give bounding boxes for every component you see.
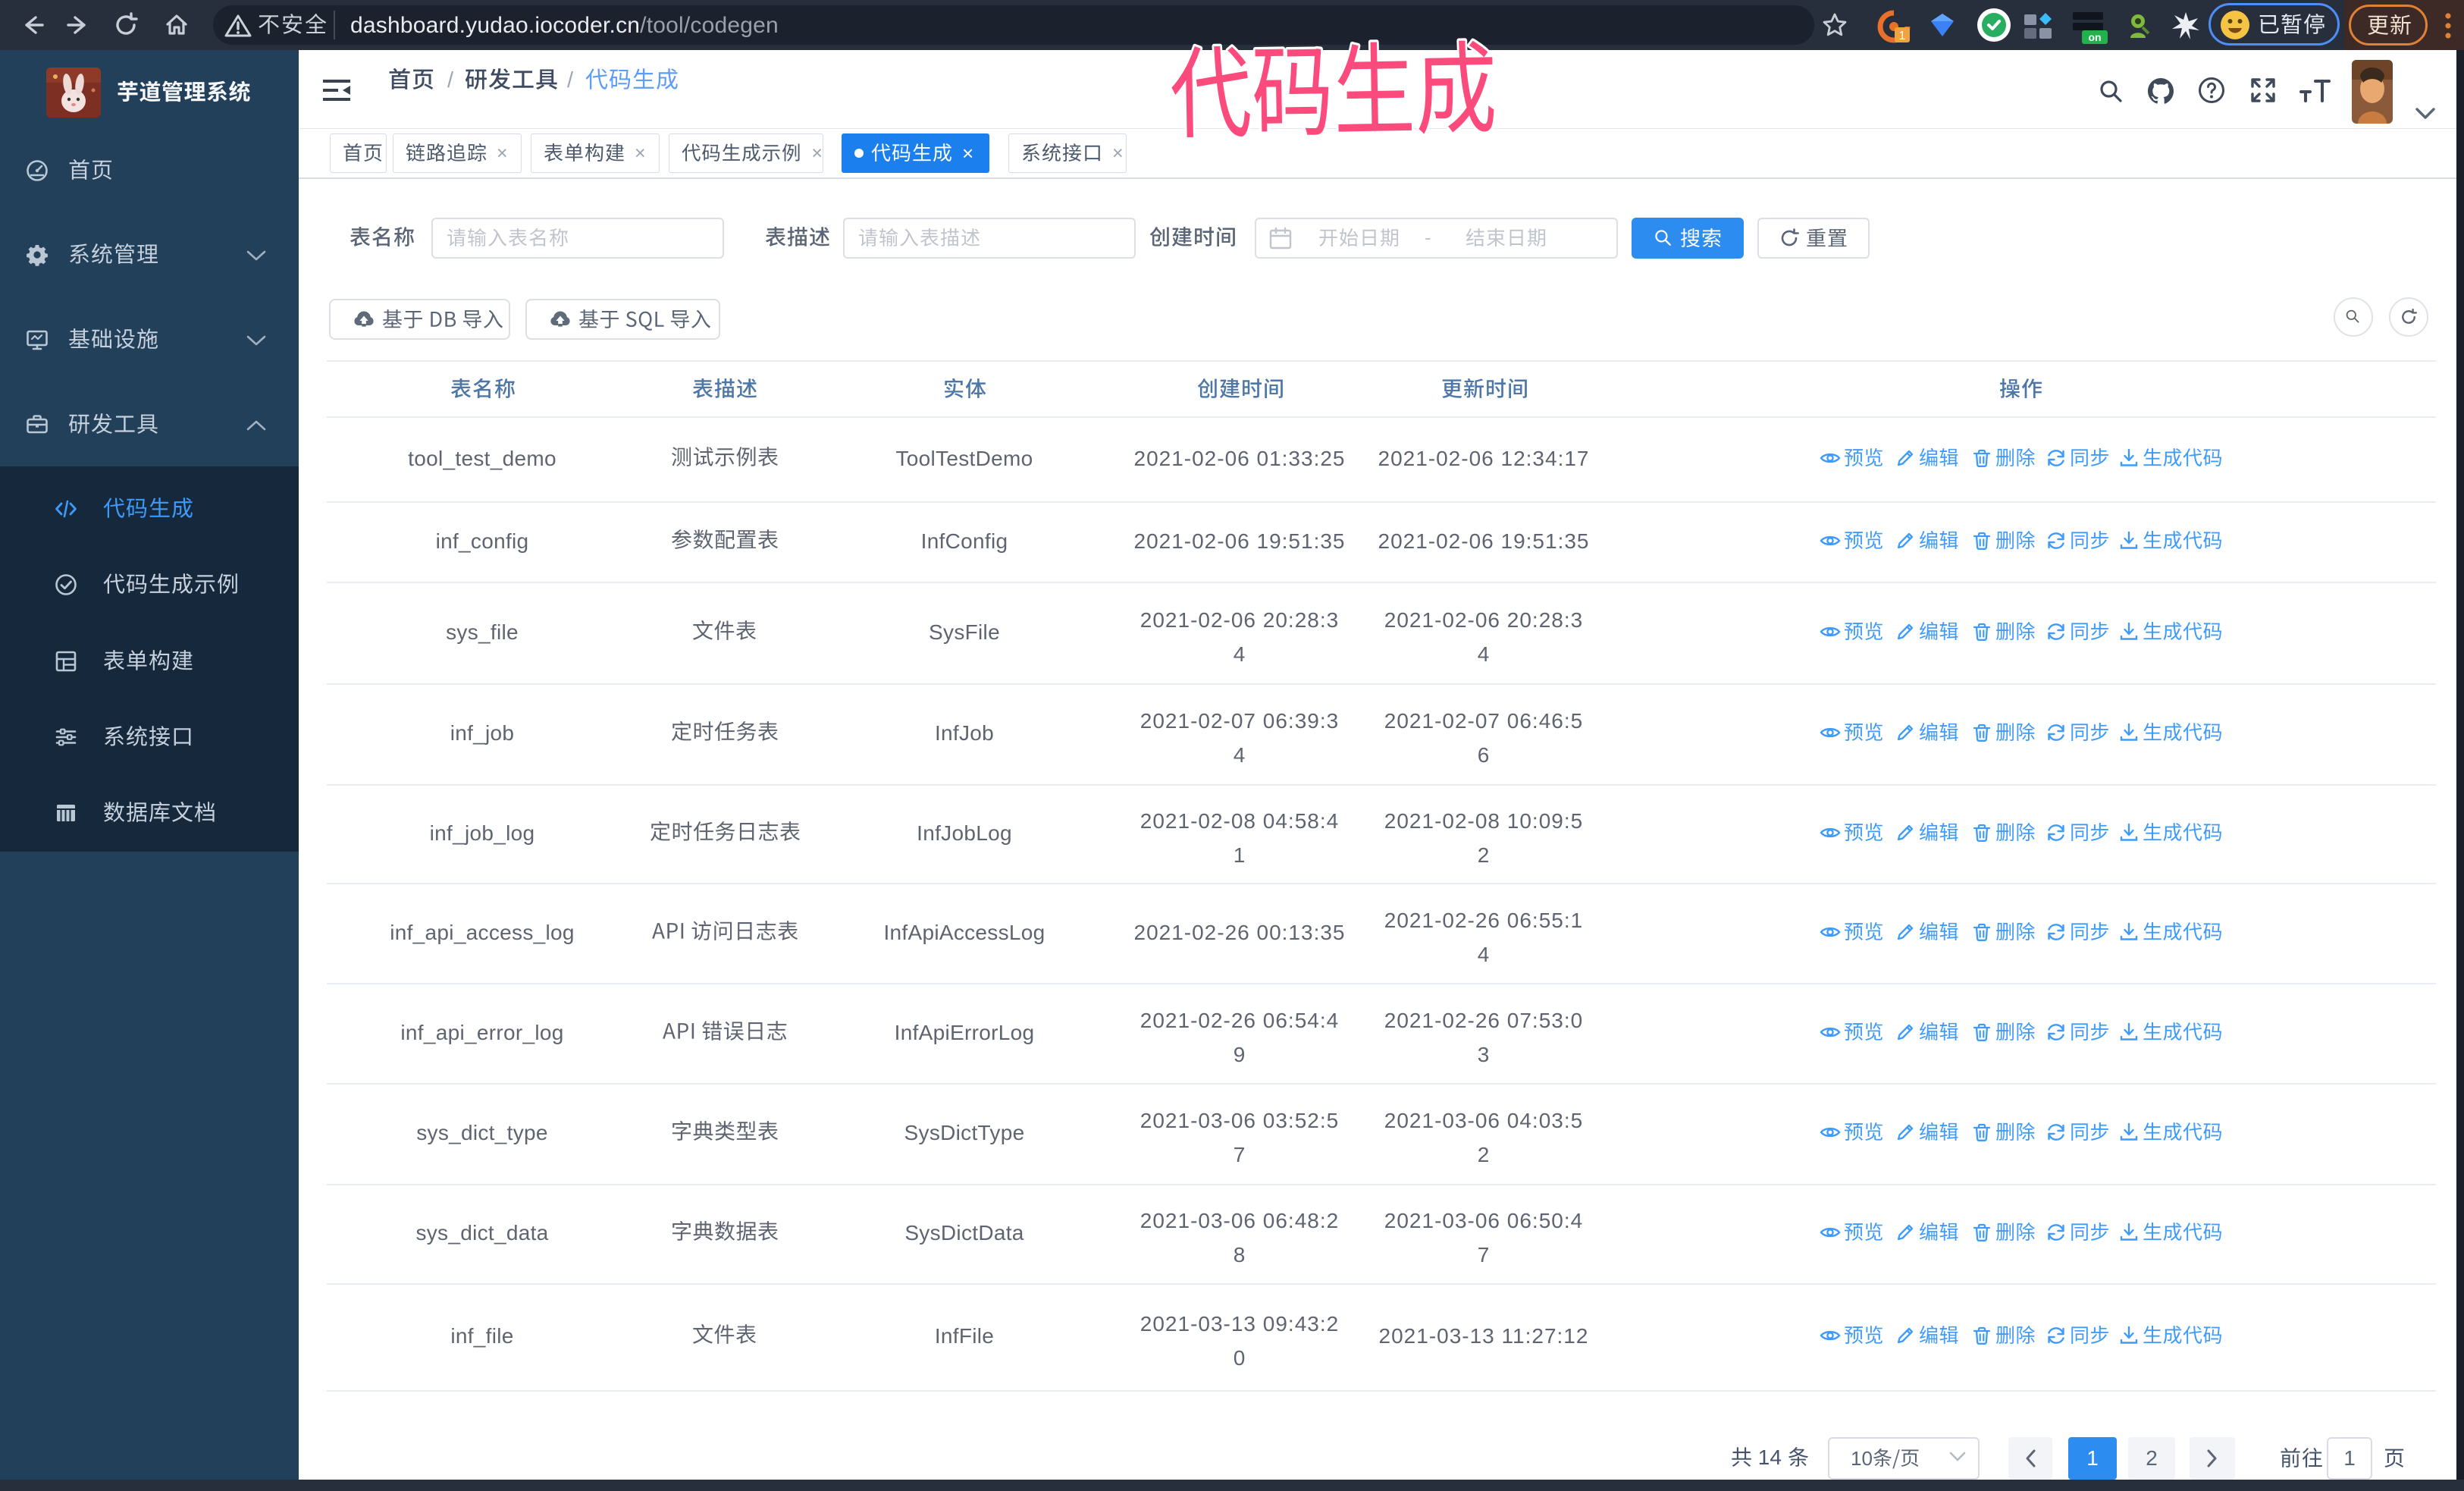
svg-text:on: on	[2088, 31, 2101, 43]
svg-text:1: 1	[1899, 30, 1906, 42]
